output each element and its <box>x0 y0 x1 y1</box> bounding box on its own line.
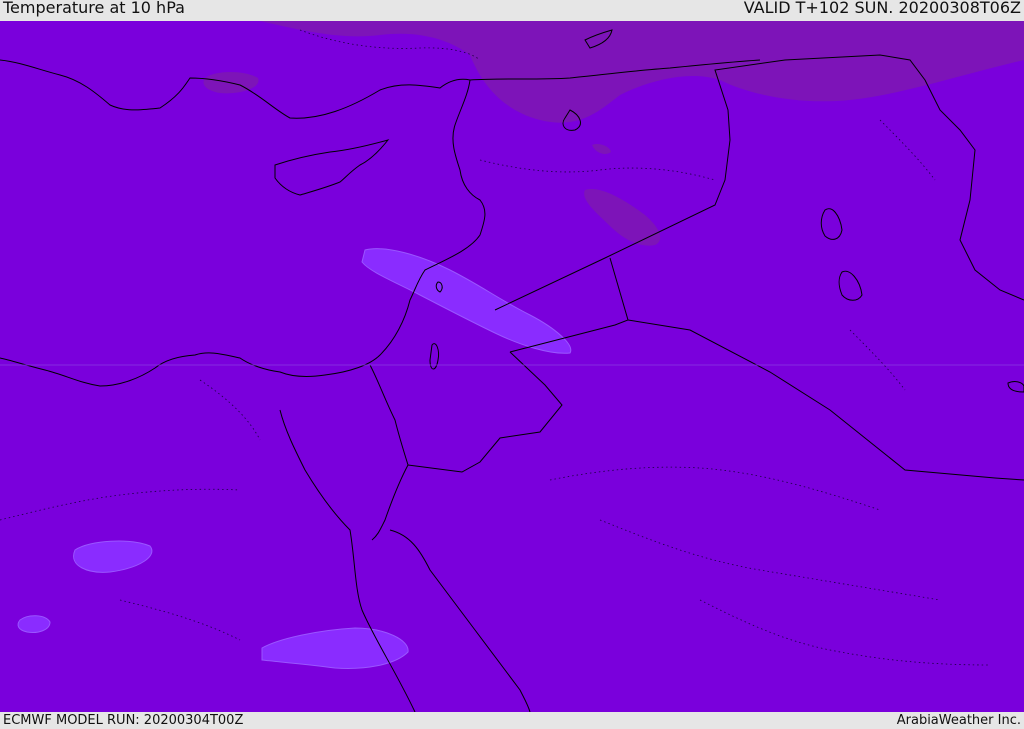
map-title: Temperature at 10 hPa <box>3 0 185 17</box>
credit-label: ArabiaWeather Inc. <box>896 713 1021 728</box>
weather-map <box>0 21 1024 712</box>
temperature-field <box>0 21 1024 712</box>
map-canvas <box>0 21 1024 712</box>
top-bar: Temperature at 10 hPa VALID T+102 SUN. 2… <box>0 0 1024 21</box>
bottom-bar: ECMWF MODEL RUN: 20200304T00Z ArabiaWeat… <box>0 712 1024 729</box>
model-run-label: ECMWF MODEL RUN: 20200304T00Z <box>3 713 244 728</box>
valid-time: VALID T+102 SUN. 20200308T06Z <box>743 0 1021 17</box>
cold-patch-sw <box>17 615 51 633</box>
